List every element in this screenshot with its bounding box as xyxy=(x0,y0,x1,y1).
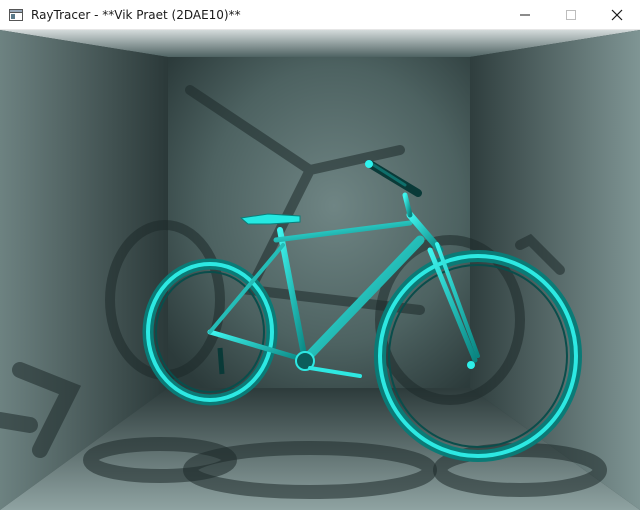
title-bar[interactable]: RayTracer - **Vik Praet (2DAE10)** xyxy=(0,0,640,30)
render-viewport xyxy=(0,30,640,510)
maximize-button[interactable] xyxy=(548,0,594,30)
window-controls xyxy=(502,0,640,30)
minimize-icon xyxy=(520,14,530,16)
rendered-scene xyxy=(0,30,640,510)
raytracer-window: RayTracer - **Vik Praet (2DAE10)** xyxy=(0,0,640,510)
close-button[interactable] xyxy=(594,0,640,30)
window-app-icon[interactable] xyxy=(9,8,23,22)
minimize-button[interactable] xyxy=(502,0,548,30)
maximize-icon xyxy=(566,10,576,20)
window-title: RayTracer - **Vik Praet (2DAE10)** xyxy=(31,7,241,22)
close-icon xyxy=(611,9,623,21)
